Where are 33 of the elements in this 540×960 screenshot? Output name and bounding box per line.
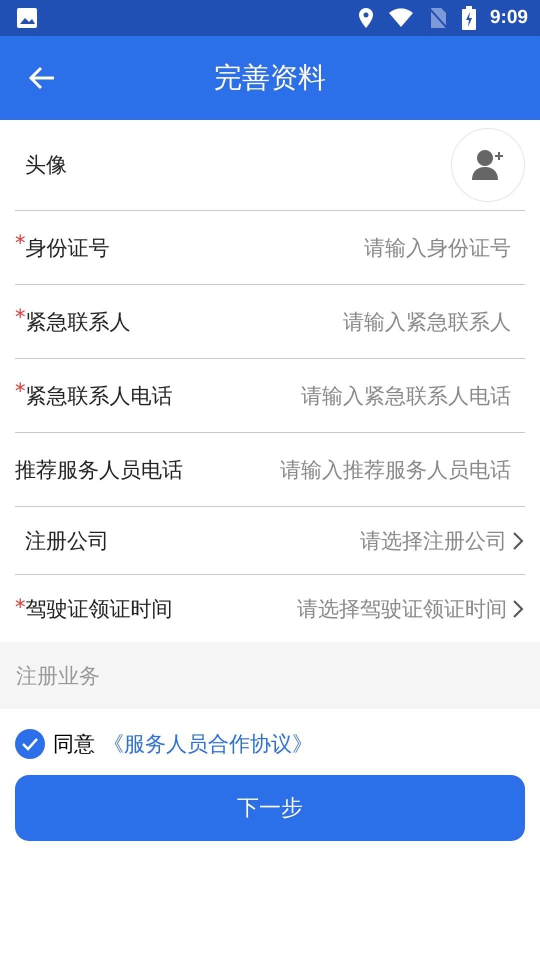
required-mark: * [15,305,26,329]
chevron-right-icon [511,598,525,620]
page-title: 完善资料 [214,61,326,94]
location-icon [358,7,374,29]
add-user-icon [471,148,505,182]
field-label: 推荐服务人员电话 [15,456,183,484]
clock-time: 9:09 [490,7,528,29]
wifi-icon [388,8,414,28]
field-label: 注册公司 [25,528,109,554]
field-label: 头像 [25,152,67,179]
battery-charging-icon [462,6,476,30]
agree-text: 同意 [53,731,95,758]
back-button[interactable] [28,66,56,90]
agree-checkbox[interactable] [15,729,45,759]
select-field[interactable]: 请选择注册公司 [360,526,525,554]
input-field[interactable]: 请输入紧急联系人电话 [172,384,511,408]
required-mark: * [15,231,26,255]
field-label: 驾驶证领证时间 [26,596,172,622]
section-title: 注册业务 [16,662,100,690]
input-field[interactable]: 请输入推荐服务人员电话 [183,458,511,482]
agreement-link[interactable]: 《服务人员合作协议》 [103,730,313,758]
check-icon [21,737,39,751]
required-mark: * [15,379,26,403]
field-label: 紧急联系人 [26,308,130,336]
chevron-right-icon [511,530,525,552]
input-field[interactable]: 请输入紧急联系人 [130,310,511,334]
input-field[interactable]: 请输入身份证号 [110,236,511,260]
field-label: 紧急联系人电话 [26,382,172,410]
image-icon [16,7,38,29]
field-label: 身份证号 [26,234,110,262]
next-button[interactable]: 下一步 [15,775,525,841]
select-field[interactable]: 请选择驾驶证领证时间 [297,594,525,622]
required-mark: * [15,595,26,619]
